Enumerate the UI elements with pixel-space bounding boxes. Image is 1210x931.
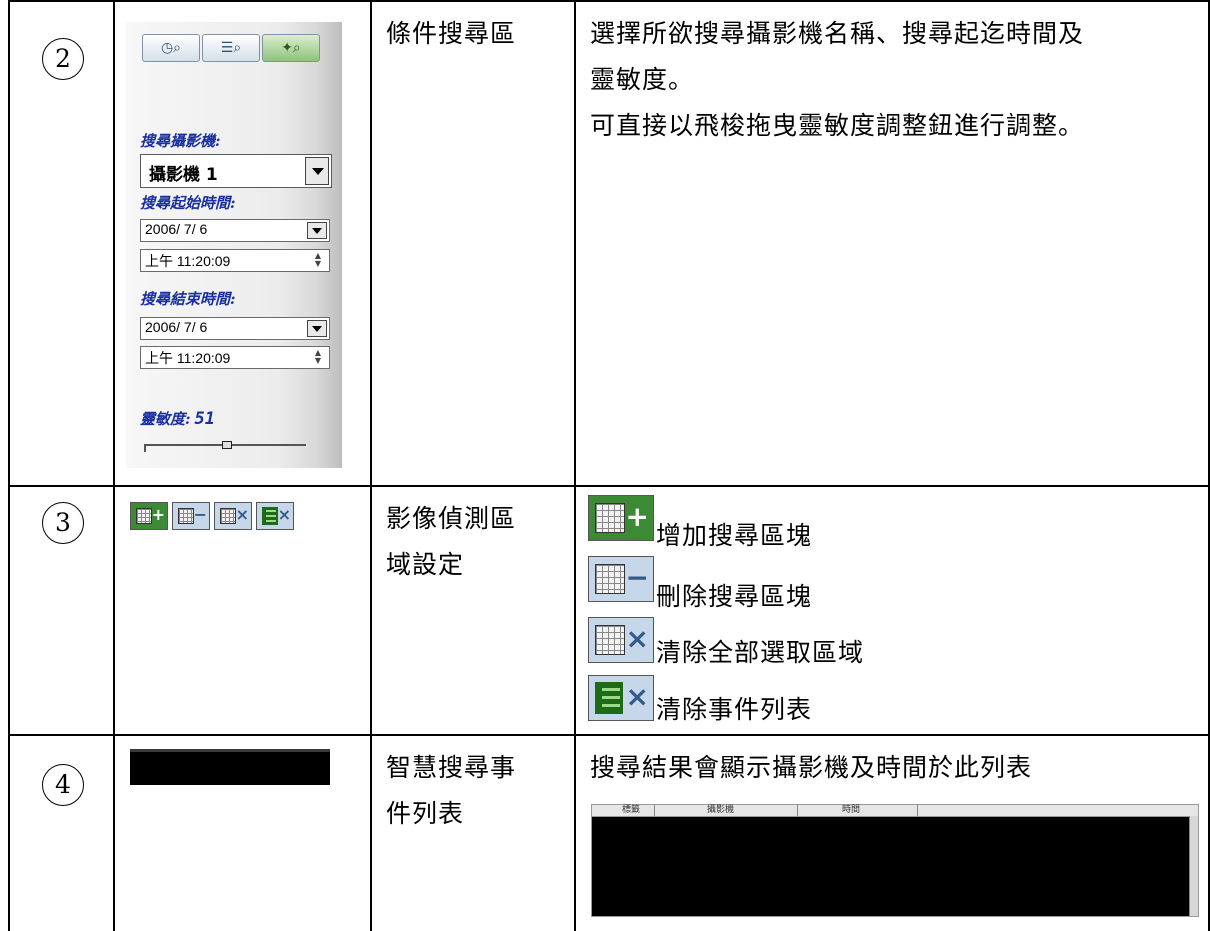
clock-search-icon: ◷⌕ [160,40,182,56]
list-search-button[interactable]: ☰⌕ [202,34,260,62]
action-label: 清除全部選取區域 [656,638,865,667]
sensitivity-label-text: 靈敏度: [140,410,191,428]
table-column-divider [113,0,115,931]
action-label: 刪除搜尋區塊 [656,582,813,611]
table-column-divider [574,0,576,931]
spin-arrows-icon[interactable]: ▲ ▼ [309,252,327,269]
camera-select-value: 攝影機 1 [149,165,218,185]
end-date-picker[interactable]: 2006/ 7/ 6 [140,317,330,340]
table-row-divider [8,734,1210,736]
chevron-down-icon[interactable] [307,320,327,337]
start-time-label: 搜尋起始時間: [140,194,236,212]
end-time-label: 搜尋結束時間: [140,290,236,308]
column-header-tag[interactable]: 標籤 [622,805,640,816]
column-separator [917,805,918,816]
row-number-badge: 3 [42,502,84,544]
motion-search-button[interactable]: ✦⌕ [262,34,320,62]
column-header-time[interactable]: 時間 [842,805,860,816]
row-description: 搜尋結果會顯示攝影機及時間於此列表 [590,753,1033,782]
event-list-table[interactable]: 標籤 攝影機 時間 [591,804,1199,917]
row-number-badge: 2 [42,38,84,80]
chevron-down-icon[interactable] [305,157,329,185]
table-row-divider [8,485,1210,487]
delete-block-icon [595,564,625,594]
start-time-spinner[interactable]: 上午 11:20:09 ▲ ▼ [140,249,330,272]
delete-block-button[interactable]: − [172,502,210,530]
close-icon: × [235,505,249,524]
table-border-left [8,0,10,931]
end-time-spinner[interactable]: 上午 11:20:09 ▲ ▼ [140,346,330,369]
spin-arrows-icon[interactable]: ▲ ▼ [309,349,327,366]
action-label: 增加搜尋區塊 [656,521,813,550]
sensitivity-slider[interactable] [144,441,306,452]
event-list-header: 標籤 攝影機 時間 [592,805,1198,817]
sensitivity-label: 靈敏度: 51 [140,408,215,429]
close-icon: × [277,505,291,524]
row-number-badge: 4 [42,764,84,806]
clock-search-button[interactable]: ◷⌕ [142,34,200,62]
clear-list-icon [262,507,278,525]
column-separator [654,805,655,816]
row-name-line: 智慧搜尋事 [386,753,517,782]
chevron-down-icon[interactable] [307,222,327,239]
clear-selection-button[interactable]: × [214,502,252,530]
description-line: 選擇所欲搜尋攝影機名稱、搜尋起迄時間及 [590,19,1085,48]
delete-block-icon-large: − [588,556,654,602]
minus-icon: − [193,505,207,524]
end-date-value: 2006/ 7/ 6 [145,319,208,335]
row-name: 條件搜尋區 [386,19,517,48]
plus-icon: + [151,505,165,524]
search-condition-panel: ◷⌕ ☰⌕ ✦⌕ 搜尋攝影機: 攝影機 1 搜尋起始時間: 2006/ 7/ 6… [126,22,342,468]
row-name-line: 件列表 [386,799,465,828]
camera-label: 搜尋攝影機: [140,132,221,150]
clear-selection-icon [220,508,236,524]
column-header-camera[interactable]: 攝影機 [707,805,734,816]
minus-icon: − [625,561,649,594]
sensitivity-value: 51 [194,409,216,429]
description-line: 靈敏度。 [590,65,695,94]
close-icon: × [625,622,649,655]
event-list-thumbnail [130,749,330,785]
end-time-value: 上午 11:20:09 [145,350,231,366]
clear-list-icon-large: × [588,675,654,721]
table-column-divider [370,0,372,931]
start-date-picker[interactable]: 2006/ 7/ 6 [140,219,330,242]
column-separator [797,805,798,816]
delete-block-icon [178,508,194,524]
event-list-scrollbar[interactable] [1189,816,1198,916]
clear-list-button[interactable]: × [256,502,294,530]
list-search-icon: ☰⌕ [220,40,242,56]
row-name-line: 影像偵測區 [386,504,517,533]
sensitivity-slider-thumb[interactable] [221,441,232,449]
action-label: 清除事件列表 [656,695,813,724]
row-name-line: 域設定 [386,550,465,579]
clear-list-icon [595,682,623,714]
clear-selection-icon-large: × [588,617,654,663]
camera-select[interactable]: 攝影機 1 [140,154,332,188]
plus-icon: + [625,500,649,533]
add-block-icon [136,508,152,524]
close-icon: × [625,680,649,713]
description-line: 可直接以飛梭拖曳靈敏度調整鈕進行調整。 [590,111,1085,140]
start-date-value: 2006/ 7/ 6 [145,221,208,237]
add-block-icon [595,503,625,533]
add-block-icon-large: + [588,495,654,541]
motion-search-icon: ✦⌕ [281,40,301,56]
table-border-top [8,0,1210,2]
add-block-button[interactable]: + [130,502,168,530]
clear-selection-icon [595,625,625,655]
start-time-value: 上午 11:20:09 [145,253,231,269]
